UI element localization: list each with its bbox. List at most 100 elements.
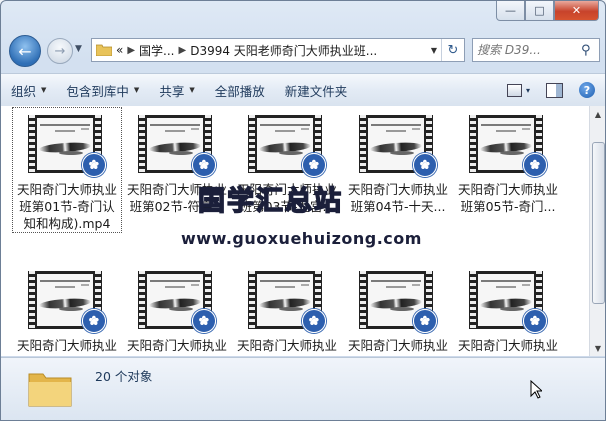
file-item[interactable]: ✿ 天阳奇门大师执业 班第03节-九宫...: [233, 108, 341, 215]
file-name: 天阳奇门大师执业 班第02节-符字...: [123, 181, 231, 215]
recent-pages-dropdown[interactable]: ▼: [75, 44, 82, 54]
file-name-line: 班第02节-符字...: [129, 199, 225, 214]
file-name: 天阳奇门大师执业班第09节-转宫...: [344, 337, 452, 356]
file-name: 天阳奇门大师执业班第07节-四害...: [123, 337, 231, 356]
file-name: 天阳奇门大师执业 班第05节-奇门...: [454, 181, 562, 215]
video-thumbnail: ✿: [28, 115, 106, 177]
search-input[interactable]: [473, 42, 579, 58]
video-thumbnail: ✿: [359, 271, 437, 333]
organize-label: 组织: [11, 83, 37, 99]
file-name-line: 班第05节-奇门...: [460, 199, 556, 214]
vertical-scrollbar[interactable]: ▲ ▼: [589, 106, 605, 356]
file-item[interactable]: ✿ 天阳奇门大师执业班第07节-四害...: [123, 264, 231, 356]
media-player-icon: ✿: [413, 153, 437, 177]
search-icon[interactable]: ⚲: [581, 43, 591, 58]
file-name-line: 知和构成).mp4: [23, 216, 111, 231]
view-dropdown-icon[interactable]: ▾: [526, 86, 530, 95]
breadcrumb-separator-icon[interactable]: ▶: [127, 45, 135, 56]
file-name: 天阳奇门大师执业班第06节-八门...: [13, 337, 121, 356]
file-name-line: 天阳奇门大师执业: [16, 182, 117, 197]
file-name-line: 班第09节-转宫...: [344, 354, 452, 356]
video-thumbnail: ✿: [248, 115, 326, 177]
mouse-cursor-icon: [530, 380, 542, 399]
file-name: 天阳奇门大师执业 班第03节-九宫...: [233, 181, 341, 215]
file-name-line: 天阳奇门大师执业: [126, 182, 227, 197]
media-player-icon: ✿: [302, 153, 326, 177]
navigation-row: ← → ▼ « ▶ 国学... ▶ D3994 天阳老师奇门大师执业班... ▼…: [9, 35, 600, 67]
video-thumbnail: ✿: [28, 271, 106, 333]
file-item[interactable]: ✿ 天阳奇门大师执业 班第02节-符字...: [123, 108, 231, 215]
video-thumbnail: ✿: [138, 115, 216, 177]
file-name-line: 天阳奇门大师执业: [347, 182, 448, 197]
file-name-line: 天阳奇门大师执业: [457, 182, 558, 197]
file-item[interactable]: ✿ 天阳奇门大师执业班第08节-四害...: [233, 264, 341, 356]
file-name-line: 天阳奇门大师执业: [457, 338, 558, 353]
media-player-icon: ✿: [523, 153, 547, 177]
view-icon: [506, 83, 522, 97]
search-box[interactable]: ⚲: [472, 38, 600, 62]
refresh-button[interactable]: ↻: [441, 39, 464, 61]
breadcrumb-segment-current[interactable]: D3994 天阳老师奇门大师执业班...: [190, 42, 377, 59]
file-name-line: 班第01节-奇门认: [19, 199, 115, 214]
explorer-window: — □ ✕ ← → ▼ « ▶ 国学... ▶ D3994 天阳老师奇门大师执业…: [0, 0, 606, 421]
file-name-line: 班第06节-八门...: [13, 354, 121, 356]
play-all-label: 全部播放: [214, 83, 265, 99]
forward-button[interactable]: →: [47, 38, 73, 64]
include-in-library-label: 包含到库中: [66, 83, 129, 99]
file-item[interactable]: ✿ 天阳奇门大师执业 班第01节-奇门认 知和构成).mp4: [12, 107, 122, 233]
file-name-line: 天阳奇门大师执业: [126, 338, 227, 353]
file-item[interactable]: ✿ 天阳奇门大师执业 班第04节-十天...: [344, 108, 452, 215]
media-player-icon: ✿: [82, 309, 106, 333]
include-in-library-menu[interactable]: 包含到库中 ▼: [56, 74, 149, 106]
breadcrumb-overflow[interactable]: «: [116, 43, 123, 57]
video-thumbnail: ✿: [138, 271, 216, 333]
close-button[interactable]: ✕: [554, 1, 599, 21]
folder-icon: [96, 44, 112, 56]
chevron-down-icon: ▼: [189, 86, 195, 94]
back-button[interactable]: ←: [9, 35, 41, 67]
media-player-icon: ✿: [82, 153, 106, 177]
change-view-button[interactable]: ▾: [506, 83, 530, 97]
minimize-button[interactable]: —: [496, 1, 525, 21]
file-name-line: 天阳奇门大师执业: [347, 338, 448, 353]
new-folder-label: 新建文件夹: [284, 83, 348, 99]
media-player-icon: ✿: [192, 309, 216, 333]
breadcrumb-segment-guoxue[interactable]: 国学...: [139, 42, 174, 59]
address-dropdown-icon[interactable]: ▼: [427, 39, 441, 61]
media-player-icon: ✿: [302, 309, 326, 333]
file-name-line: 天阳奇门大师执业: [16, 338, 117, 353]
scrollbar-thumb[interactable]: [592, 142, 605, 304]
organize-menu[interactable]: 组织 ▼: [1, 74, 56, 106]
play-all-button[interactable]: 全部播放: [205, 74, 275, 106]
file-name-line: 班第08节-四害...: [233, 354, 341, 356]
scroll-up-icon[interactable]: ▲: [590, 106, 605, 122]
file-item[interactable]: ✿ 天阳奇门大师执业 班第05节-奇门...: [454, 108, 562, 215]
file-item[interactable]: ✿ 天阳奇门大师执业班第06节-八门...: [13, 264, 121, 356]
new-folder-button[interactable]: 新建文件夹: [275, 74, 358, 106]
chevron-down-icon: ▼: [133, 86, 140, 94]
share-menu[interactable]: 共享 ▼: [149, 74, 204, 106]
object-count: 20 个对象: [95, 369, 153, 384]
video-thumbnail: ✿: [248, 271, 326, 333]
video-thumbnail: ✿: [469, 271, 547, 333]
file-name: 天阳奇门大师执业班第10节-婚姻...: [454, 337, 562, 356]
folder-icon: [28, 373, 72, 407]
preview-pane-icon[interactable]: [546, 82, 563, 98]
help-icon[interactable]: ?: [579, 82, 595, 98]
breadcrumb-separator-icon[interactable]: ▶: [179, 45, 187, 56]
file-item[interactable]: ✿ 天阳奇门大师执业班第09节-转宫...: [344, 264, 452, 356]
command-bar: 组织 ▼ 包含到库中 ▼ 共享 ▼ 全部播放 新建文件夹 ▾ ?: [1, 73, 605, 107]
chevron-down-icon: ▼: [41, 86, 47, 94]
maximize-button[interactable]: □: [525, 1, 554, 21]
file-name-line: 班第04节-十天...: [350, 199, 446, 214]
scroll-down-icon[interactable]: ▼: [590, 340, 605, 356]
file-name: 天阳奇门大师执业班第08节-四害...: [233, 337, 341, 356]
file-item[interactable]: ✿ 天阳奇门大师执业班第10节-婚姻...: [454, 264, 562, 356]
video-thumbnail: ✿: [469, 115, 547, 177]
back-arrow-icon: ←: [18, 41, 32, 61]
address-bar[interactable]: « ▶ 国学... ▶ D3994 天阳老师奇门大师执业班... ▼ ↻: [91, 38, 465, 62]
file-name-line: 班第10节-婚姻...: [454, 354, 562, 356]
refresh-icon: ↻: [447, 42, 459, 58]
file-name: 天阳奇门大师执业 班第04节-十天...: [344, 181, 452, 215]
watermark-url: www.guoxuehuizong.com: [181, 229, 422, 248]
